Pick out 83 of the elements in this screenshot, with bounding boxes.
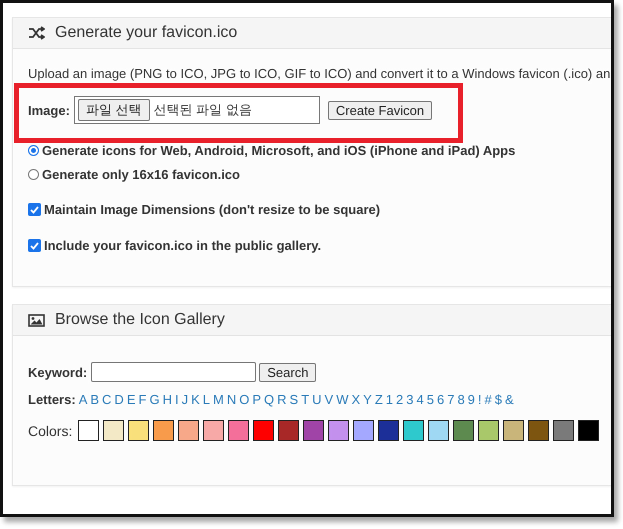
letter-link[interactable]: U [312, 392, 322, 407]
letter-link[interactable]: M [212, 392, 224, 407]
panel-title: Browse the Icon Gallery [55, 311, 225, 329]
color-swatch[interactable] [578, 420, 600, 441]
shuffle-icon [28, 26, 45, 40]
letter-link[interactable]: ! [478, 392, 482, 407]
letter-link[interactable]: 2 [396, 392, 404, 407]
description: Upload an image (PNG to ICO, JPG to ICO, GIF to ICO) and convert it to a Windows favicon (.ico) an [28, 66, 611, 81]
letter-link[interactable]: B [90, 392, 100, 407]
letter-link[interactable]: # [484, 392, 492, 407]
letter-link[interactable]: Q [264, 392, 274, 407]
panel-title: Generate your favicon.ico [55, 24, 238, 42]
letter-link[interactable]: H [162, 392, 172, 407]
letter-link[interactable]: N [226, 392, 236, 407]
letter-link[interactable]: F [138, 392, 146, 407]
option-label: Generate icons for Web, Android, Microsoft, and iOS (iPhone and iPad) Apps [42, 143, 516, 158]
color-swatch[interactable] [278, 420, 300, 441]
letter-link[interactable]: D [114, 392, 124, 407]
keyword-label: Keyword: [28, 364, 88, 380]
radio-button[interactable] [28, 145, 39, 156]
color-swatch[interactable] [453, 420, 474, 441]
letter-link[interactable]: 1 [386, 392, 394, 407]
letter-link[interactable]: 4 [416, 392, 424, 407]
image-label: Image: [28, 102, 70, 118]
color-swatch[interactable] [428, 420, 450, 441]
letter-link[interactable]: 5 [426, 392, 434, 407]
file-status: 선택된 파일 없음 [154, 101, 252, 119]
letter-link[interactable]: A [78, 392, 88, 407]
color-swatch[interactable] [253, 420, 274, 441]
color-swatch[interactable] [203, 420, 224, 441]
letter-link[interactable]: Y [363, 392, 372, 407]
letter-link[interactable]: 3 [406, 392, 414, 407]
color-swatch[interactable] [328, 420, 350, 441]
letter-link[interactable]: J [182, 392, 188, 407]
letters-label: Letters: [28, 392, 76, 407]
letter-link[interactable]: 6 [436, 392, 444, 407]
option-label: Include your favicon.ico in the public gallery. [44, 238, 322, 253]
colors-label: Colors: [28, 422, 72, 438]
color-swatch[interactable] [378, 420, 400, 441]
color-swatch[interactable] [153, 420, 174, 441]
keyword-field[interactable] [91, 362, 256, 382]
color-swatch[interactable] [478, 420, 500, 441]
option-label: Generate only 16x16 favicon.ico [42, 167, 240, 182]
option-label: Maintain Image Dimensions (don't resize to be square) [44, 202, 380, 217]
color-swatch[interactable] [103, 420, 124, 441]
color-swatch[interactable] [553, 420, 574, 441]
color-swatch[interactable] [178, 420, 200, 441]
color-swatch[interactable] [353, 420, 374, 441]
letter-link[interactable]: $ [494, 392, 502, 407]
checkbox[interactable] [28, 203, 41, 216]
letter-link[interactable]: S [290, 392, 298, 407]
letter-link[interactable]: & [505, 392, 514, 407]
color-swatch[interactable] [303, 420, 324, 441]
letter-link[interactable]: 9 [468, 392, 475, 407]
file-input[interactable]: 파일 선택 선택된 파일 없음 [74, 96, 320, 124]
color-swatch[interactable] [228, 420, 250, 441]
letter-link[interactable]: K [191, 392, 200, 407]
letter-link[interactable]: O [239, 392, 250, 407]
letter-link[interactable]: P [252, 392, 262, 407]
letter-link[interactable]: V [324, 392, 334, 407]
letter-link[interactable]: W [336, 392, 348, 407]
letter-link[interactable]: X [352, 392, 360, 407]
radio-button[interactable] [28, 169, 39, 180]
letter-link[interactable]: 7 [447, 392, 454, 407]
letter-link[interactable]: G [149, 392, 160, 407]
color-swatch[interactable] [403, 420, 424, 441]
color-swatch[interactable] [78, 420, 100, 441]
image-icon [28, 314, 45, 326]
letter-link[interactable]: L [202, 392, 210, 407]
letter-link[interactable]: R [277, 392, 287, 407]
letter-link[interactable]: T [301, 392, 310, 407]
letter-link[interactable]: E [126, 392, 136, 407]
letter-link[interactable]: 8 [457, 392, 465, 407]
search-button[interactable]: Search [259, 362, 316, 382]
choose-file-button[interactable]: 파일 선택 [78, 99, 150, 121]
letter-link[interactable]: I [174, 392, 179, 407]
color-swatch[interactable] [528, 420, 550, 441]
color-swatch[interactable] [503, 420, 524, 441]
letter-link[interactable]: Z [374, 392, 383, 407]
create-favicon-button[interactable]: Create Favicon [328, 100, 432, 120]
letter-link[interactable]: C [102, 392, 112, 407]
checkbox[interactable] [28, 239, 41, 252]
color-swatch[interactable] [128, 420, 150, 441]
